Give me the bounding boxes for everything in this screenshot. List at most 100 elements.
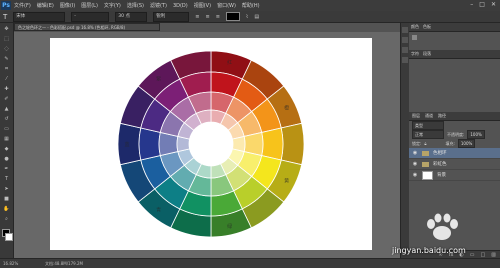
tab-swatches[interactable]: 色板 [423, 24, 431, 30]
shape-tool-icon[interactable]: ■ [2, 195, 11, 203]
wheel-center [189, 122, 233, 166]
layer-filter-select[interactable]: 类型 [412, 121, 444, 130]
menu-bar: Ps 文件(F) 编辑(E) 图像(I) 图层(L) 文字(Y) 选择(S) 滤… [0, 0, 500, 11]
layer-item[interactable]: ◉ 彩虹色 [409, 159, 500, 170]
character-panel-header: 字符 段落 [409, 50, 500, 59]
character-panel-icon[interactable]: ▤ [254, 14, 259, 20]
minimize-button[interactable]: – [470, 1, 473, 8]
maximize-button[interactable]: □ [479, 1, 485, 8]
brush-tool-icon[interactable]: ✐ [2, 95, 11, 103]
background-color[interactable] [5, 233, 13, 241]
document-tab[interactable]: 色之轮色环之一 - 色彩搭配.psd @ 16.8% (色相环, RGB/8) [14, 23, 160, 31]
wheel-segment [261, 127, 284, 161]
baidu-watermark: jingyan.baidu.com [392, 208, 497, 262]
type-tool-icon[interactable]: T [3, 13, 7, 21]
align-left-icon[interactable]: ≡ [195, 14, 199, 20]
type-tool-side-icon[interactable]: T [2, 175, 11, 183]
wheel-label: 蓝 [124, 141, 129, 148]
tab-channels[interactable]: 通道 [425, 113, 433, 119]
tab-paragraph[interactable]: 段落 [423, 51, 431, 57]
menu-layer[interactable]: 图层(L) [78, 2, 101, 9]
tab-layers[interactable]: 图层 [412, 113, 420, 119]
layer-item[interactable]: ◉ 背景 [409, 170, 500, 181]
font-style-select[interactable]: - [71, 11, 110, 22]
tools-panel: ✥ ⬚ ◌ ✎ ⌗ ⁄ ✚ ✐ ▲ ↺ ▭ ▦ ◆ ● ✒ T ➤ ■ ✋ ⌕ [0, 23, 14, 258]
folder-icon [422, 150, 429, 156]
layer-name: 背景 [437, 173, 446, 178]
tab-paths[interactable]: 路径 [438, 113, 446, 119]
window-controls: – □ ✕ [470, 1, 496, 8]
history-brush-tool-icon[interactable]: ↺ [2, 115, 11, 123]
wheel-label: 紫 [156, 76, 161, 82]
close-button[interactable]: ✕ [491, 1, 496, 8]
align-center-icon[interactable]: ≡ [205, 14, 209, 20]
dodge-tool-icon[interactable]: ● [2, 155, 11, 163]
styles-panel-icon[interactable] [402, 57, 408, 63]
lasso-tool-icon[interactable]: ◌ [2, 45, 11, 53]
menu-file[interactable]: 文件(F) [11, 2, 34, 9]
watermark-text: jingyan.baidu.com [392, 246, 466, 255]
color-wheel: 红橙黄绿 青 蓝 紫 [117, 50, 305, 238]
blend-mode-select[interactable]: 正常 [412, 130, 444, 139]
photoshop-logo: Ps [1, 1, 11, 10]
wheel-label: 绿 [227, 223, 232, 230]
wheel-label: 黄 [284, 177, 289, 184]
swatch-icon[interactable] [412, 35, 417, 40]
align-right-icon[interactable]: ≡ [216, 14, 220, 20]
actions-panel-icon[interactable] [402, 37, 408, 43]
marquee-tool-icon[interactable]: ⬚ [2, 35, 11, 43]
wheel-label: 红 [227, 59, 232, 66]
eyedropper-tool-icon[interactable]: ⁄ [2, 75, 11, 83]
menu-view[interactable]: 视图(V) [191, 2, 214, 9]
blur-tool-icon[interactable]: ◆ [2, 145, 11, 153]
layer-item[interactable]: ◉ 色相环 [409, 148, 500, 159]
history-panel-icon[interactable] [402, 27, 408, 33]
swatch-row [412, 35, 497, 40]
eraser-tool-icon[interactable]: ▭ [2, 125, 11, 133]
menu-edit[interactable]: 编辑(E) [34, 2, 57, 9]
text-color-swatch[interactable] [225, 12, 240, 21]
menu-filter[interactable]: 滤镜(T) [147, 2, 170, 9]
swatches-panel-body [409, 32, 500, 50]
eye-icon[interactable]: ◉ [412, 172, 418, 178]
wheel-label: 橙 [284, 105, 289, 112]
tab-character[interactable]: 字符 [411, 51, 419, 57]
eye-icon[interactable]: ◉ [412, 161, 418, 167]
tab-color[interactable]: 颜色 [411, 24, 419, 30]
lock-icon[interactable]: 🔒︎ [424, 141, 426, 146]
opacity-input[interactable]: 100% [467, 130, 485, 139]
document-canvas[interactable]: 红橙黄绿 青 蓝 紫 [50, 38, 372, 250]
fill-input[interactable]: 100% [457, 139, 476, 148]
wheel-label: 青 [156, 207, 161, 214]
menu-image[interactable]: 图像(I) [57, 2, 78, 9]
pen-tool-icon[interactable]: ✒ [2, 165, 11, 173]
path-select-tool-icon[interactable]: ➤ [2, 185, 11, 193]
warp-text-icon[interactable]: ⌇ [246, 14, 248, 20]
menu-type[interactable]: 文字(Y) [101, 2, 124, 9]
zoom-tool-icon[interactable]: ⌕ [2, 215, 11, 223]
eye-icon[interactable]: ◉ [412, 150, 418, 156]
crop-tool-icon[interactable]: ⌗ [2, 65, 11, 73]
menu-window[interactable]: 窗口(W) [214, 2, 239, 9]
gradient-tool-icon[interactable]: ▦ [2, 135, 11, 143]
antialias-select[interactable]: 锐利 [153, 11, 190, 22]
menu-help[interactable]: 帮助(H) [239, 2, 263, 9]
font-family-select[interactable]: 宋体 [13, 11, 66, 22]
wheel-segment [280, 122, 305, 166]
font-size-select[interactable]: 30 点 [115, 11, 148, 22]
menu-select[interactable]: 选择(S) [124, 2, 147, 9]
move-tool-icon[interactable]: ✥ [2, 25, 11, 33]
swatches-panel-header: 颜色 色板 [409, 23, 500, 32]
hand-tool-icon[interactable]: ✋ [2, 205, 11, 213]
healing-tool-icon[interactable]: ✚ [2, 85, 11, 93]
quick-select-tool-icon[interactable]: ✎ [2, 55, 11, 63]
wheel-segment [138, 127, 161, 161]
adjustments-panel-icon[interactable] [402, 47, 408, 53]
lock-label: 锁定: [412, 140, 422, 146]
baidu-paw-logo [427, 213, 458, 240]
lock-row: 锁定: 🔒︎ 填充: 100% [409, 139, 500, 148]
layer-name: 色相环 [433, 151, 447, 156]
stamp-tool-icon[interactable]: ▲ [2, 105, 11, 113]
menu-3d[interactable]: 3D(D) [170, 3, 191, 9]
layer-thumbnail [422, 170, 433, 180]
